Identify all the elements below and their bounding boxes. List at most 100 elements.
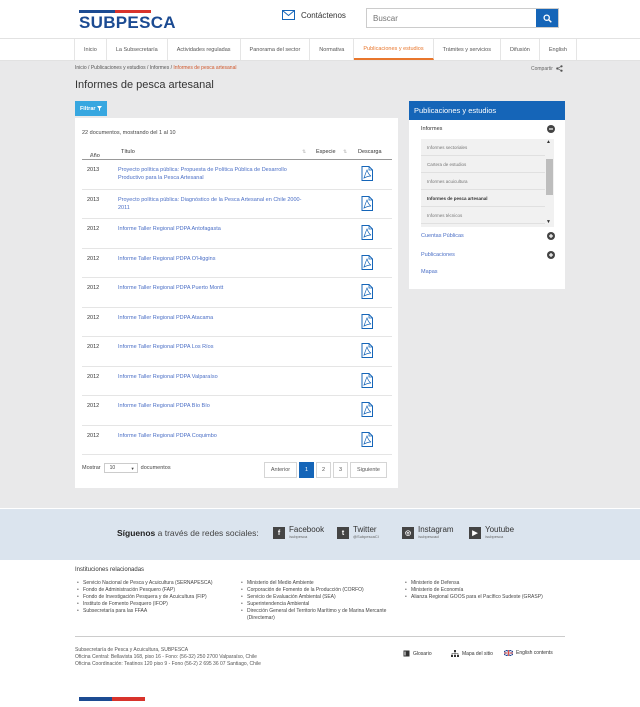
page-button-3[interactable]: 3	[333, 462, 348, 478]
col-species[interactable]: Especie	[316, 149, 336, 155]
row-title-link[interactable]: Informe Taller Regional PDPA Atacama	[118, 314, 303, 322]
glossary-link[interactable]: Glosario	[403, 650, 432, 657]
col-download: Descarga	[358, 149, 382, 155]
sidebar-item-cuentas[interactable]: Cuentas Públicas	[421, 232, 555, 240]
nav-item[interactable]: Publicaciones y estudios	[354, 39, 434, 60]
sidebar-subitem[interactable]: Informes sectoriales	[421, 139, 545, 156]
nav-item[interactable]: Trámites y servicios	[434, 39, 501, 60]
nav-item[interactable]: La Subsecretaría	[107, 39, 168, 60]
nav-item[interactable]: Difusión	[501, 39, 540, 60]
social-link-facebook[interactable]: f Facebook/subpesca	[273, 525, 324, 539]
sidebar-item-publicaciones[interactable]: Publicaciones	[421, 251, 555, 259]
row-title-link[interactable]: Informe Taller Regional PDPA O'Higgins	[118, 255, 303, 263]
pdf-download-button[interactable]	[361, 225, 373, 245]
col-title[interactable]: Título	[121, 149, 135, 155]
sidebar-item-label: Cuentas Públicas	[421, 233, 464, 239]
institution-link[interactable]: Servicio Nacional de Pesca y Acuicultura…	[75, 580, 245, 587]
search-input[interactable]	[367, 9, 536, 27]
social-handle: /subpescacl	[418, 534, 440, 539]
institution-link[interactable]: Servicio de Evaluación Ambiental (SEA)	[239, 594, 399, 601]
institution-link[interactable]: Superintendencia Ambiental	[239, 601, 399, 608]
pdf-download-button[interactable]	[361, 313, 373, 334]
pdf-icon	[361, 431, 373, 447]
social-lead-bold: Síguenos	[117, 528, 156, 538]
page-button-1[interactable]: 1	[299, 462, 314, 478]
table-row: 2013 Proyecto política pública: Diagnósti…	[82, 190, 392, 219]
page-title: Informes de pesca artesanal	[75, 79, 214, 91]
pdf-download-button[interactable]	[361, 402, 373, 422]
nav-item[interactable]: Inicio	[74, 39, 107, 60]
institution-link[interactable]: Instituto de Fomento Pesquero (IFOP)	[75, 601, 245, 608]
page-button-2[interactable]: 2	[316, 462, 331, 478]
share-button[interactable]: Compartir	[531, 65, 563, 72]
sidebar-subitem[interactable]: Cartera de estudios	[421, 156, 545, 173]
next-page-button[interactable]: Siguiente	[350, 462, 387, 478]
institution-link[interactable]: Corporación de Fomento de la Producción …	[239, 587, 399, 594]
row-year: 2013	[87, 167, 100, 173]
table-row: 2012 Informe Taller Regional PDPA Los Río…	[82, 337, 392, 367]
row-title-link[interactable]: Informe Taller Regional PDPA Valparaíso	[118, 373, 303, 381]
sidebar-subitem[interactable]: Informes técnicos	[421, 207, 545, 224]
sidebar-item-mapas[interactable]: Mapas	[421, 269, 555, 275]
sitemap-link[interactable]: Mapa del sitio	[451, 650, 493, 657]
row-title-link[interactable]: Informe Taller Regional PDPA Coquimbo	[118, 432, 303, 440]
institution-link[interactable]: Fondo de Investigación Pesquera y de Acu…	[75, 594, 245, 601]
nav-item[interactable]: Panorama del sector	[241, 39, 311, 60]
institution-link[interactable]: Subsecretaría para las FFAA	[75, 608, 245, 615]
page-size-select[interactable]: 10 ▼	[103, 463, 138, 473]
social-link-youtube[interactable]: ▶ Youtube/subpesca	[469, 525, 514, 539]
social-link-twitter[interactable]: t Twitter @SubpescaCl	[337, 525, 379, 539]
institution-link[interactable]: Dirección General del Territorio Marítim…	[239, 608, 399, 622]
social-name: Youtube	[485, 525, 515, 534]
row-title-link[interactable]: Proyecto política pública: Diagnóstico d…	[118, 196, 303, 212]
scroll-down-icon[interactable]: ▼	[546, 219, 551, 225]
search-button[interactable]	[536, 9, 558, 27]
english-contents-link[interactable]: English contents	[504, 650, 553, 656]
row-title-link[interactable]: Informe Taller Regional PDPA Puerto Mont…	[118, 284, 303, 292]
social-link-instagram[interactable]: ◎ Instagram/subpescacl	[402, 525, 454, 539]
scrollbar-thumb[interactable]	[546, 159, 553, 195]
row-year: 2012	[87, 432, 100, 439]
filter-button[interactable]: Filtrar	[75, 101, 107, 116]
social-handle: @SubpescaCl	[353, 534, 379, 539]
institutions-col-1: Servicio Nacional de Pesca y Acuicultura…	[75, 580, 245, 616]
sidebar-subitem[interactable]: Informes acuicultura	[421, 173, 545, 190]
show-suffix: documentos	[140, 465, 171, 471]
nav-item[interactable]: English	[540, 39, 577, 60]
nav-item[interactable]: Normativa	[310, 39, 355, 60]
sidebar-scrollbar[interactable]: ▲ ▼	[545, 139, 554, 227]
pdf-download-button[interactable]	[361, 431, 373, 452]
institution-link[interactable]: Alianza Regional GOOS para el Pacífico S…	[403, 594, 573, 601]
institution-link[interactable]: Ministerio del Medio Ambiente	[239, 580, 399, 587]
sidebar-group-informes[interactable]: Informes	[421, 124, 555, 134]
breadcrumb-path[interactable]: Inicio / Publicaciones y estudios / Info…	[75, 65, 173, 71]
row-title-link[interactable]: Informe Taller Regional PDPA Bío Bío	[118, 402, 303, 410]
sort-icon[interactable]: ⇅	[302, 149, 306, 155]
show-label: Mostrar	[82, 465, 101, 471]
chevron-down-icon: ▼	[130, 465, 135, 471]
logo[interactable]: SUBPESCA	[79, 10, 176, 33]
sort-icon[interactable]: ⇅	[343, 149, 347, 155]
documents-count: 22 documentos, mostrando del 1 al 10	[82, 130, 176, 136]
nav-item[interactable]: Actividades reguladas	[168, 39, 241, 60]
table-row: 2012 Informe Taller Regional PDPA Valpara…	[82, 367, 392, 396]
pdf-download-button[interactable]	[361, 254, 373, 275]
row-title-link[interactable]: Informe Taller Regional PDPA Los Ríos	[118, 343, 303, 351]
sidebar-title[interactable]: Publicaciones y estudios	[409, 101, 565, 120]
row-title-link[interactable]: Informe Taller Regional PDPA Antofagasta	[118, 225, 303, 233]
pdf-download-button[interactable]	[361, 284, 373, 304]
sidebar-subitem[interactable]: Informes de pesca artesanal	[421, 190, 545, 207]
pdf-download-button[interactable]	[361, 166, 373, 186]
breadcrumb-current: Informes de pesca artesanal	[173, 65, 237, 71]
row-title-link[interactable]: Proyecto política pública: Propuesta de …	[118, 166, 303, 182]
contact-link[interactable]: Contáctenos	[282, 10, 346, 20]
scroll-up-icon[interactable]: ▲	[546, 139, 551, 145]
pdf-download-button[interactable]	[361, 195, 373, 216]
institution-link[interactable]: Ministerio de Defensa	[403, 580, 573, 587]
pdf-download-button[interactable]	[361, 372, 373, 393]
institution-link[interactable]: Fondo de Administración Pesquero (FAP)	[75, 587, 245, 594]
institution-link[interactable]: Ministerio de Economía	[403, 587, 573, 594]
footer-flag-bar	[79, 697, 145, 701]
prev-page-button[interactable]: Anterior	[264, 462, 297, 478]
pdf-download-button[interactable]	[361, 343, 373, 363]
